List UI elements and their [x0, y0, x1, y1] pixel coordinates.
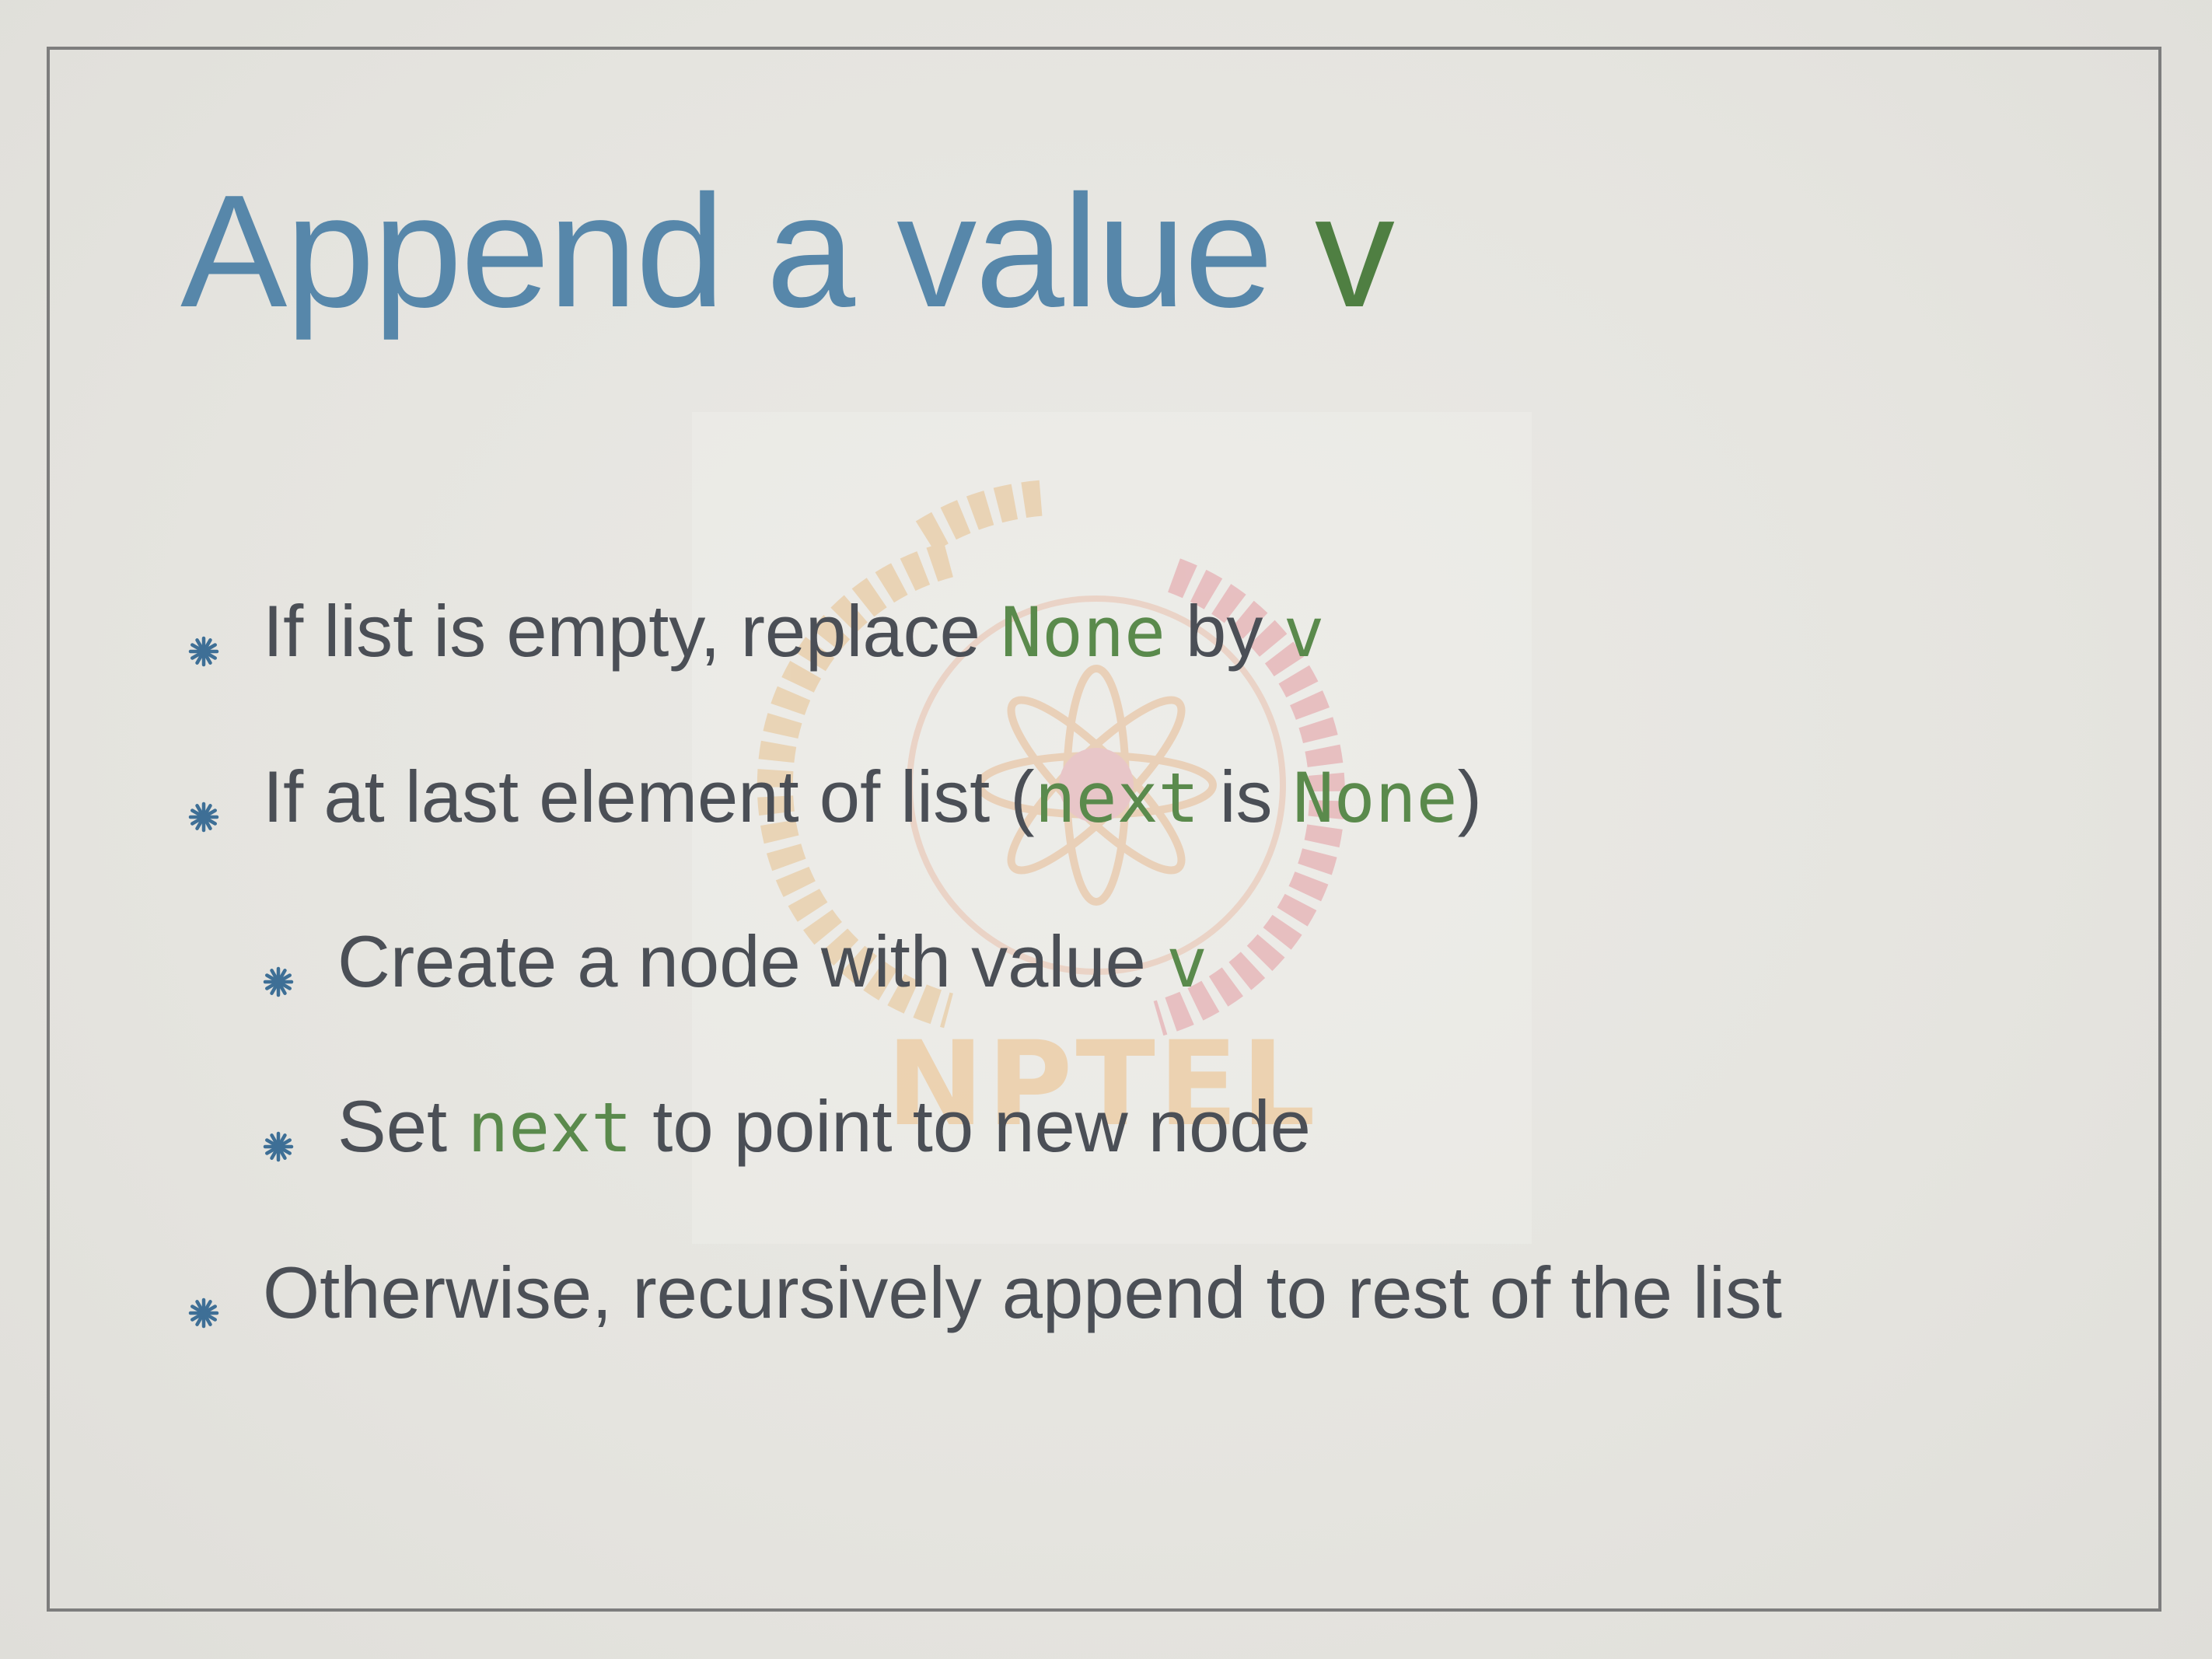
bullet-text: Create a node with value	[337, 920, 1166, 1002]
bullet-text: Set	[337, 1085, 468, 1167]
bullet-item: If list is empty, replace None by v	[188, 595, 1324, 668]
bullet-text: by	[1165, 590, 1284, 672]
code-token: None	[1292, 758, 1458, 838]
bullet-text: to point to new node	[632, 1085, 1311, 1167]
bullet-item: If at last element of list (next is None…	[188, 760, 1482, 833]
bullet-text: If at last element of list (	[263, 756, 1035, 837]
code-token: next	[467, 1088, 633, 1168]
bullet-text: is	[1199, 756, 1293, 837]
sub-bullet-item: Set next to point to new node	[263, 1090, 1311, 1163]
bullet-text: If list is empty, replace	[263, 590, 1001, 672]
bullet-asterisk-icon	[188, 1267, 219, 1329]
code-token: v	[1166, 923, 1207, 1003]
sub-bullet-item: Create a node with value v	[263, 925, 1207, 998]
code-token: v	[1283, 592, 1325, 672]
bullet-asterisk-icon	[263, 1101, 294, 1162]
bullet-text: Otherwise, recursively append to rest of…	[263, 1252, 1782, 1333]
bullet-asterisk-icon	[263, 936, 294, 997]
title-accent: v	[1314, 162, 1395, 341]
bullet-asterisk-icon	[188, 771, 219, 833]
bullet-asterisk-icon	[188, 606, 219, 667]
code-token: next	[1034, 758, 1200, 838]
bullet-text: )	[1457, 756, 1482, 837]
bullet-item: Otherwise, recursively append to rest of…	[188, 1256, 1782, 1329]
slide-title: Append a value v	[180, 171, 1395, 331]
code-token: None	[1001, 592, 1165, 672]
title-text: Append a value	[180, 162, 1315, 341]
